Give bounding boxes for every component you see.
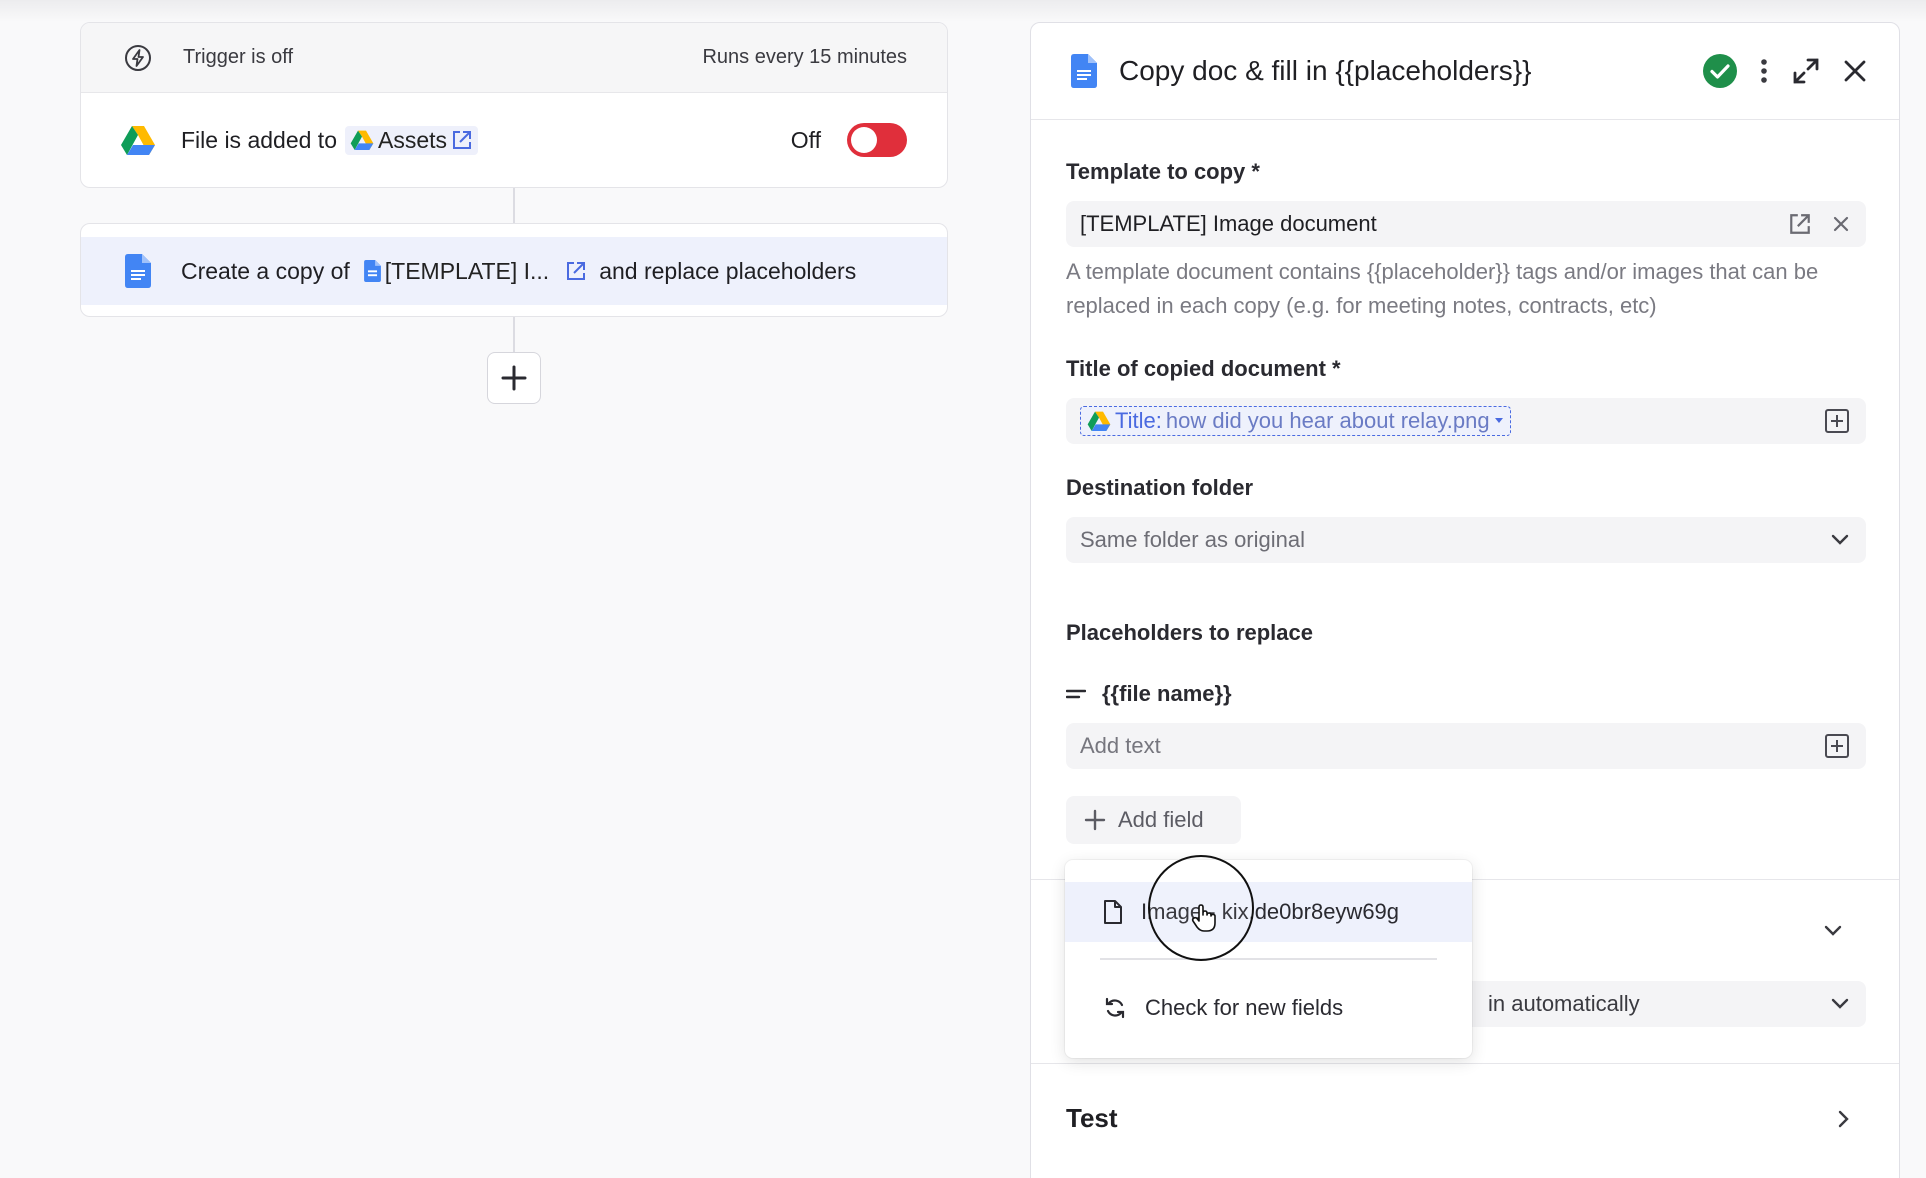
expand-icon[interactable] [1791,56,1821,86]
title-input[interactable]: Title: how did you hear about relay.png [1066,398,1866,444]
folder-name: Assets [377,126,448,153]
google-drive-icon [1087,411,1111,431]
trigger-toggle[interactable] [847,123,907,157]
chevron-down-icon [1831,534,1849,545]
external-link-icon[interactable] [1788,212,1812,236]
folder-chip[interactable]: Assets [344,125,479,155]
add-field-button[interactable]: Add field [1066,796,1241,844]
placeholder-field-label: {{file name}} [1066,681,1232,707]
dropdown-item-image-field[interactable]: Image - kix.de0br8eyw69g [1065,882,1472,942]
dropdown-item-check-fields[interactable]: Check for new fields [1065,978,1472,1038]
add-field-dropdown: Image - kix.de0br8eyw69g Check for new f… [1065,860,1472,1058]
trigger-status: Trigger is off [183,46,294,68]
external-link-icon[interactable] [451,129,473,151]
file-icon [1104,900,1122,924]
refresh-icon [1105,997,1125,1019]
destination-label: Destination folder [1066,475,1254,500]
panel-header: Copy doc & fill in {{placeholders}} [1031,23,1899,120]
caret-down-icon [1494,417,1503,423]
top-shadow [0,0,1926,22]
plus-icon [501,365,527,391]
step-connector [513,188,515,223]
clear-icon[interactable] [1832,215,1850,233]
chevron-right-icon [1838,1110,1849,1127]
variable-key: Title: [1115,407,1162,433]
placeholder-input-text: Add text [1080,733,1161,758]
placeholder-name: {{file name}} [1102,681,1232,706]
lightning-icon [125,44,151,71]
section-divider [1031,1063,1899,1064]
trigger-event-text: File is added to [181,126,337,153]
close-icon[interactable] [1843,59,1867,83]
template-label: Template to copy * [1066,159,1260,184]
action-row[interactable]: Create a copy of [TEMPLATE] I... and rep… [81,237,947,305]
dropdown-separator [1100,958,1437,960]
trigger-header: Trigger is off Runs every 15 minutes [81,23,947,93]
action-prefix: Create a copy of [181,257,350,284]
plus-icon [1084,809,1106,831]
google-docs-icon [363,260,381,282]
google-docs-icon [1071,54,1097,88]
title-variable-chip[interactable]: Title: how did you hear about relay.png [1080,405,1511,436]
insert-variable-icon[interactable] [1824,733,1850,759]
insert-variable-icon[interactable] [1824,408,1850,434]
doc-chip[interactable]: [TEMPLATE] I... [360,258,591,285]
chevron-down-icon [1831,998,1849,1009]
trigger-card[interactable]: Trigger is off Runs every 15 minutes Fil… [80,22,948,188]
destination-select[interactable]: Same folder as original [1066,517,1866,563]
add-field-label: Add field [1118,807,1204,832]
doc-name: [TEMPLATE] I... [384,257,550,284]
google-drive-icon [350,130,374,150]
google-drive-icon [121,126,155,155]
trigger-body[interactable]: File is added to Assets Off [81,93,947,187]
chevron-down-icon[interactable] [1823,925,1843,937]
toggle-label: Off [790,126,821,153]
template-value: [TEMPLATE] Image document [1080,211,1377,236]
google-docs-icon [125,254,151,288]
panel-title: Copy doc & fill in {{placeholders}} [1119,55,1532,86]
success-check-icon [1703,54,1737,88]
step-connector [513,317,515,352]
autofill-select-text: in automatically [1488,991,1640,1016]
hand-cursor-icon [1191,904,1216,932]
test-label: Test [1066,1103,1118,1133]
more-options-icon[interactable] [1759,57,1769,85]
variable-value: how did you hear about relay.png [1165,407,1490,433]
template-help-text: A template document contains {{placehold… [1066,259,1819,318]
text-lines-icon [1066,689,1086,699]
trigger-schedule: Runs every 15 minutes [702,46,907,68]
template-select[interactable]: [TEMPLATE] Image document [1066,201,1866,247]
title-label: Title of copied document * [1066,356,1341,381]
action-card[interactable]: Create a copy of [TEMPLATE] I... and rep… [80,223,948,317]
add-step-button[interactable] [487,352,541,404]
external-link-icon[interactable] [565,260,587,282]
action-suffix: and replace placeholders [599,257,857,284]
placeholder-input[interactable]: Add text [1066,723,1866,769]
test-section-toggle[interactable]: Test [1066,1103,1866,1134]
destination-value: Same folder as original [1080,527,1306,552]
toggle-knob [851,127,877,153]
dropdown-item-label: Check for new fields [1145,995,1344,1020]
placeholders-label: Placeholders to replace [1066,620,1313,645]
